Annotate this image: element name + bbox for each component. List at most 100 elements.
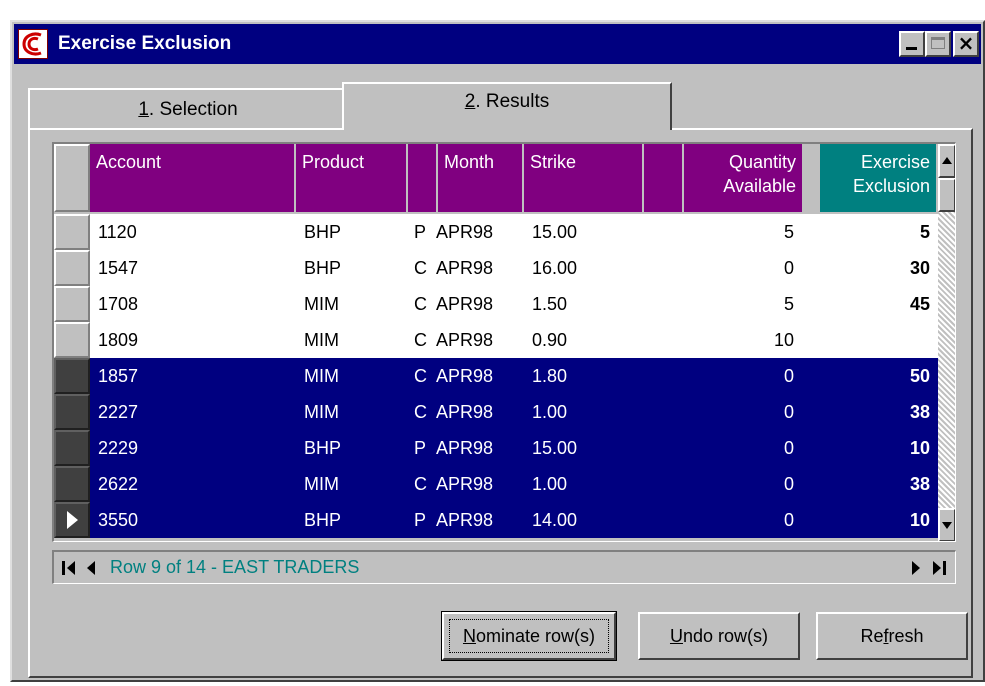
cell-product[interactable]: BHP bbox=[304, 438, 404, 459]
close-button[interactable]: × bbox=[953, 31, 979, 57]
scroll-up-button[interactable] bbox=[938, 144, 955, 178]
cell-account[interactable]: 1547 bbox=[98, 258, 288, 279]
cell-qty[interactable]: 0 bbox=[684, 366, 794, 387]
cell-strike[interactable]: 1.50 bbox=[532, 294, 642, 315]
cell-exclusion[interactable]: 10 bbox=[820, 438, 930, 459]
col-header-strike[interactable]: Strike bbox=[524, 144, 644, 212]
cell-qty[interactable]: 10 bbox=[684, 330, 794, 351]
cell-product[interactable]: MIM bbox=[304, 366, 404, 387]
row-indicator[interactable] bbox=[54, 358, 90, 394]
col-header-blank[interactable] bbox=[644, 144, 684, 212]
col-header-month[interactable]: Month bbox=[438, 144, 524, 212]
first-record-button[interactable] bbox=[60, 558, 78, 578]
cell-strike[interactable]: 15.00 bbox=[532, 222, 642, 243]
cell-strike[interactable]: 1.80 bbox=[532, 366, 642, 387]
cell-exclusion[interactable]: 50 bbox=[820, 366, 930, 387]
scroll-down-button[interactable] bbox=[938, 508, 955, 541]
cell-product[interactable]: BHP bbox=[304, 258, 404, 279]
row-indicator[interactable] bbox=[54, 250, 90, 286]
cell-qty[interactable]: 5 bbox=[684, 294, 794, 315]
cell-month[interactable]: APR98 bbox=[436, 294, 516, 315]
cell-type[interactable]: C bbox=[414, 330, 434, 351]
maximize-button[interactable] bbox=[925, 31, 951, 57]
row-indicator[interactable] bbox=[54, 430, 90, 466]
cell-exclusion[interactable]: 38 bbox=[820, 402, 930, 423]
cell-qty[interactable]: 0 bbox=[684, 258, 794, 279]
col-header-quantity-available[interactable]: Quantity Available bbox=[684, 144, 804, 212]
vertical-scrollbar[interactable] bbox=[938, 144, 955, 541]
table-row[interactable]: 1120 BHP P APR98 15.00 5 5 bbox=[90, 214, 938, 250]
table-row[interactable]: 1547 BHP C APR98 16.00 0 30 bbox=[90, 250, 938, 286]
cell-month[interactable]: APR98 bbox=[436, 258, 516, 279]
table-row[interactable]: 3550 BHP P APR98 14.00 0 10 bbox=[90, 502, 938, 538]
cell-qty[interactable]: 0 bbox=[684, 402, 794, 423]
cell-account[interactable]: 1809 bbox=[98, 330, 288, 351]
cell-exclusion[interactable]: 38 bbox=[820, 474, 930, 495]
table-row[interactable]: 1708 MIM C APR98 1.50 5 45 bbox=[90, 286, 938, 322]
cell-month[interactable]: APR98 bbox=[436, 222, 516, 243]
row-indicator[interactable] bbox=[54, 502, 90, 538]
row-indicator[interactable] bbox=[54, 322, 90, 358]
cell-exclusion[interactable]: 30 bbox=[820, 258, 930, 279]
prior-record-button[interactable] bbox=[82, 558, 100, 578]
row-indicator[interactable] bbox=[54, 214, 90, 250]
cell-type[interactable]: P bbox=[414, 438, 434, 459]
cell-type[interactable]: C bbox=[414, 258, 434, 279]
cell-exclusion[interactable]: 45 bbox=[820, 294, 930, 315]
refresh-button[interactable]: Refresh bbox=[816, 612, 968, 660]
cell-strike[interactable]: 0.90 bbox=[532, 330, 642, 351]
cell-qty[interactable]: 0 bbox=[684, 474, 794, 495]
cell-qty[interactable]: 0 bbox=[684, 438, 794, 459]
cell-type[interactable]: C bbox=[414, 474, 434, 495]
cell-account[interactable]: 2227 bbox=[98, 402, 288, 423]
cell-account[interactable]: 3550 bbox=[98, 510, 288, 531]
col-header-account[interactable]: Account bbox=[90, 144, 296, 212]
cell-month[interactable]: APR98 bbox=[436, 438, 516, 459]
cell-account[interactable]: 2229 bbox=[98, 438, 288, 459]
cell-product[interactable]: BHP bbox=[304, 222, 404, 243]
cell-strike[interactable]: 16.00 bbox=[532, 258, 642, 279]
cell-strike[interactable]: 15.00 bbox=[532, 438, 642, 459]
scroll-thumb[interactable] bbox=[938, 178, 955, 212]
cell-qty[interactable]: 0 bbox=[684, 510, 794, 531]
cell-exclusion[interactable]: 10 bbox=[820, 510, 930, 531]
minimize-button[interactable] bbox=[899, 31, 925, 57]
cell-account[interactable]: 1857 bbox=[98, 366, 288, 387]
cell-strike[interactable]: 14.00 bbox=[532, 510, 642, 531]
last-record-button[interactable] bbox=[930, 558, 948, 578]
app-logo-icon[interactable] bbox=[18, 29, 48, 59]
cell-account[interactable]: 2622 bbox=[98, 474, 288, 495]
table-row[interactable]: 1809 MIM C APR98 0.90 10 bbox=[90, 322, 938, 358]
table-row[interactable]: 1857 MIM C APR98 1.80 0 50 bbox=[90, 358, 938, 394]
cell-month[interactable]: APR98 bbox=[436, 402, 516, 423]
table-row[interactable]: 2227 MIM C APR98 1.00 0 38 bbox=[90, 394, 938, 430]
cell-product[interactable]: MIM bbox=[304, 294, 404, 315]
cell-type[interactable]: P bbox=[414, 222, 434, 243]
row-indicator[interactable] bbox=[54, 286, 90, 322]
tab-results[interactable]: 2. Results bbox=[342, 82, 672, 130]
cell-product[interactable]: MIM bbox=[304, 330, 404, 351]
cell-month[interactable]: APR98 bbox=[436, 366, 516, 387]
cell-month[interactable]: APR98 bbox=[436, 510, 516, 531]
cell-type[interactable]: C bbox=[414, 366, 434, 387]
title-bar[interactable]: Exercise Exclusion × bbox=[14, 24, 981, 64]
cell-type[interactable]: C bbox=[414, 294, 434, 315]
col-header-exercise-exclusion[interactable]: Exercise Exclusion bbox=[820, 144, 938, 212]
cell-product[interactable]: MIM bbox=[304, 474, 404, 495]
cell-strike[interactable]: 1.00 bbox=[532, 474, 642, 495]
cell-qty[interactable]: 5 bbox=[684, 222, 794, 243]
row-indicator[interactable] bbox=[54, 466, 90, 502]
cell-account[interactable]: 1708 bbox=[98, 294, 288, 315]
cell-exclusion[interactable]: 5 bbox=[820, 222, 930, 243]
table-row[interactable]: 2229 BHP P APR98 15.00 0 10 bbox=[90, 430, 938, 466]
results-grid[interactable]: Account Product Month Strike Quantity Av… bbox=[52, 142, 956, 542]
cell-month[interactable]: APR98 bbox=[436, 474, 516, 495]
cell-product[interactable]: BHP bbox=[304, 510, 404, 531]
cell-month[interactable]: APR98 bbox=[436, 330, 516, 351]
col-header-product[interactable]: Product bbox=[296, 144, 408, 212]
cell-account[interactable]: 1120 bbox=[98, 222, 288, 243]
row-indicator[interactable] bbox=[54, 394, 90, 430]
cell-type[interactable]: C bbox=[414, 402, 434, 423]
header-corner[interactable] bbox=[54, 144, 90, 212]
undo-rows-button[interactable]: Undo row(s) bbox=[638, 612, 800, 660]
